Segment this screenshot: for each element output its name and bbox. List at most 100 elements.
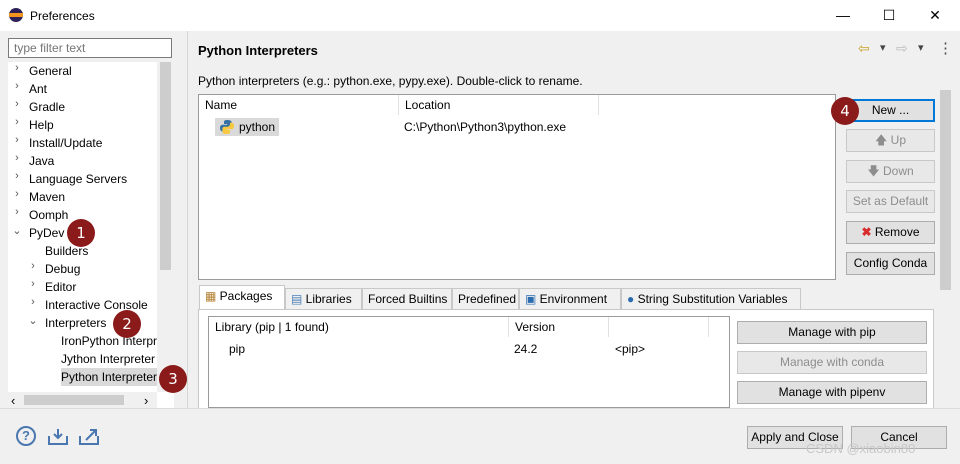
tab-string-substitution[interactable]: ● String Substitution Variables	[621, 288, 801, 309]
package-version: 24.2	[514, 342, 538, 356]
tree-item[interactable]: Editor	[45, 278, 76, 296]
maximize-button[interactable]: ☐	[866, 0, 912, 31]
remove-x-icon: ✖	[861, 225, 875, 239]
down-arrow-icon: 🡇	[867, 164, 883, 178]
column-header-library[interactable]: Library (pip | 1 found)	[209, 317, 509, 337]
scroll-left-icon[interactable]: ‹	[11, 393, 15, 408]
watermark-text: CSDN @xiaobin80	[806, 441, 916, 456]
tree-item[interactable]: PyDev	[29, 224, 64, 242]
up-label: Up	[890, 133, 906, 147]
tab-forced-builtins[interactable]: Forced Builtins	[362, 288, 452, 309]
expand-arrow-icon[interactable]: ›	[12, 188, 22, 206]
tab-label: String Substitution Variables	[637, 292, 788, 306]
new-button[interactable]: New ...	[846, 99, 935, 122]
column-header-name[interactable]: Name	[199, 95, 399, 115]
table-row[interactable]: python	[215, 118, 279, 136]
up-arrow-icon: 🡅	[874, 133, 891, 147]
tab-label: Predefined	[458, 292, 517, 306]
remove-button[interactable]: ✖ Remove	[846, 221, 935, 244]
down-button[interactable]: 🡇 Down	[846, 160, 935, 183]
tab-label: Libraries	[305, 292, 352, 306]
column-header-location[interactable]: Location	[399, 95, 599, 115]
step-badge-3: 3	[159, 365, 187, 393]
tree-scroll-thumb[interactable]	[160, 62, 171, 270]
help-icon[interactable]: ?	[16, 426, 36, 446]
forward-arrow-icon[interactable]: ⇨	[896, 40, 908, 57]
forward-dropdown-icon[interactable]: ▾	[918, 41, 924, 54]
tab-predefined[interactable]: Predefined	[452, 288, 519, 309]
step-badge-2: 2	[113, 310, 141, 338]
tree-item[interactable]: Oomph	[29, 206, 68, 224]
up-button[interactable]: 🡅 Up	[846, 129, 935, 152]
panel-divider[interactable]	[187, 31, 188, 408]
expand-arrow-icon[interactable]: ›	[12, 116, 22, 134]
package-name: pip	[229, 342, 246, 356]
expand-arrow-icon[interactable]: ›	[28, 296, 38, 314]
page-scroll-thumb[interactable]	[940, 90, 951, 290]
collapse-arrow-icon[interactable]: ⌄	[28, 314, 38, 332]
export-icon[interactable]	[78, 428, 100, 449]
tab-packages[interactable]: ▦ Packages	[199, 285, 285, 310]
interpreters-description: Python interpreters (e.g.: python.exe, p…	[198, 74, 583, 88]
footer-divider	[0, 408, 960, 409]
column-header-version[interactable]: Version	[509, 317, 609, 337]
tree-item[interactable]: Language Servers	[29, 170, 127, 188]
set-as-default-button[interactable]: Set as Default	[846, 190, 935, 213]
table-row[interactable]: pip 24.2 <pip>	[209, 340, 729, 358]
tree-item[interactable]: Debug	[45, 260, 80, 278]
tree-item[interactable]: Interpreters	[45, 314, 106, 332]
collapse-arrow-icon[interactable]: ⌄	[12, 224, 22, 242]
tree-hscroll-thumb[interactable]	[24, 395, 124, 405]
packages-table[interactable]: Library (pip | 1 found) Version pip 24.2…	[208, 316, 730, 408]
tree-item[interactable]: Gradle	[29, 98, 65, 116]
config-conda-button[interactable]: Config Conda	[846, 252, 935, 275]
package-installer: <pip>	[615, 342, 646, 356]
expand-arrow-icon[interactable]: ›	[12, 98, 22, 116]
tab-libraries[interactable]: ▤ Libraries	[285, 288, 362, 309]
back-arrow-icon[interactable]: ⇦	[858, 40, 870, 57]
expand-arrow-icon[interactable]: ›	[12, 80, 22, 98]
environment-tab-icon: ▣	[525, 292, 540, 306]
interpreters-table[interactable]: Name Location python C:\Python\Python3\p…	[198, 94, 836, 280]
remove-label: Remove	[874, 225, 920, 239]
expand-arrow-icon[interactable]: ›	[12, 206, 22, 224]
expand-arrow-icon[interactable]: ›	[12, 62, 22, 80]
interpreter-location: C:\Python\Python3\python.exe	[404, 120, 567, 134]
down-label: Down	[882, 164, 914, 178]
tree-item[interactable]: Java	[29, 152, 54, 170]
expand-arrow-icon[interactable]: ›	[12, 170, 22, 188]
tree-item[interactable]: Install/Update	[29, 134, 102, 152]
view-menu-icon[interactable]: ⋮	[938, 39, 953, 57]
tree-item[interactable]: IronPython Interpr	[61, 332, 157, 350]
column-header-installer[interactable]	[609, 317, 709, 337]
manage-with-pipenv-button[interactable]: Manage with pipenv	[737, 381, 927, 404]
expand-arrow-icon[interactable]: ›	[28, 278, 38, 296]
minimize-button[interactable]: —	[820, 0, 866, 31]
expand-arrow-icon[interactable]: ›	[28, 260, 38, 278]
tree-item[interactable]: Ant	[29, 80, 47, 98]
expand-arrow-icon[interactable]: ›	[12, 152, 22, 170]
tree-item[interactable]: Help	[29, 116, 54, 134]
back-dropdown-icon[interactable]: ▾	[880, 41, 886, 54]
tree-item[interactable]: General	[29, 62, 72, 80]
libraries-tab-icon: ▤	[291, 292, 306, 306]
variables-tab-icon: ●	[627, 292, 638, 306]
tab-label: Environment	[539, 292, 608, 306]
step-badge-4: 4	[831, 97, 859, 125]
manage-with-conda-button[interactable]: Manage with conda	[737, 351, 927, 374]
filter-input[interactable]	[8, 38, 172, 58]
interpreter-name: python	[239, 120, 276, 134]
tab-label: Forced Builtins	[368, 292, 448, 306]
scroll-right-icon[interactable]: ›	[144, 393, 148, 408]
tree-item[interactable]: Maven	[29, 188, 65, 206]
close-button[interactable]: ✕	[912, 0, 958, 31]
tab-label: Packages	[219, 289, 273, 303]
tab-environment[interactable]: ▣ Environment	[519, 288, 621, 309]
python-icon	[219, 119, 235, 135]
step-badge-1: 1	[67, 219, 95, 247]
tree-item[interactable]: Jython Interpreter	[61, 350, 155, 368]
expand-arrow-icon[interactable]: ›	[12, 134, 22, 152]
manage-with-pip-button[interactable]: Manage with pip	[737, 321, 927, 344]
tree-item[interactable]: Python Interpreter	[61, 368, 162, 386]
import-icon[interactable]	[47, 428, 69, 449]
